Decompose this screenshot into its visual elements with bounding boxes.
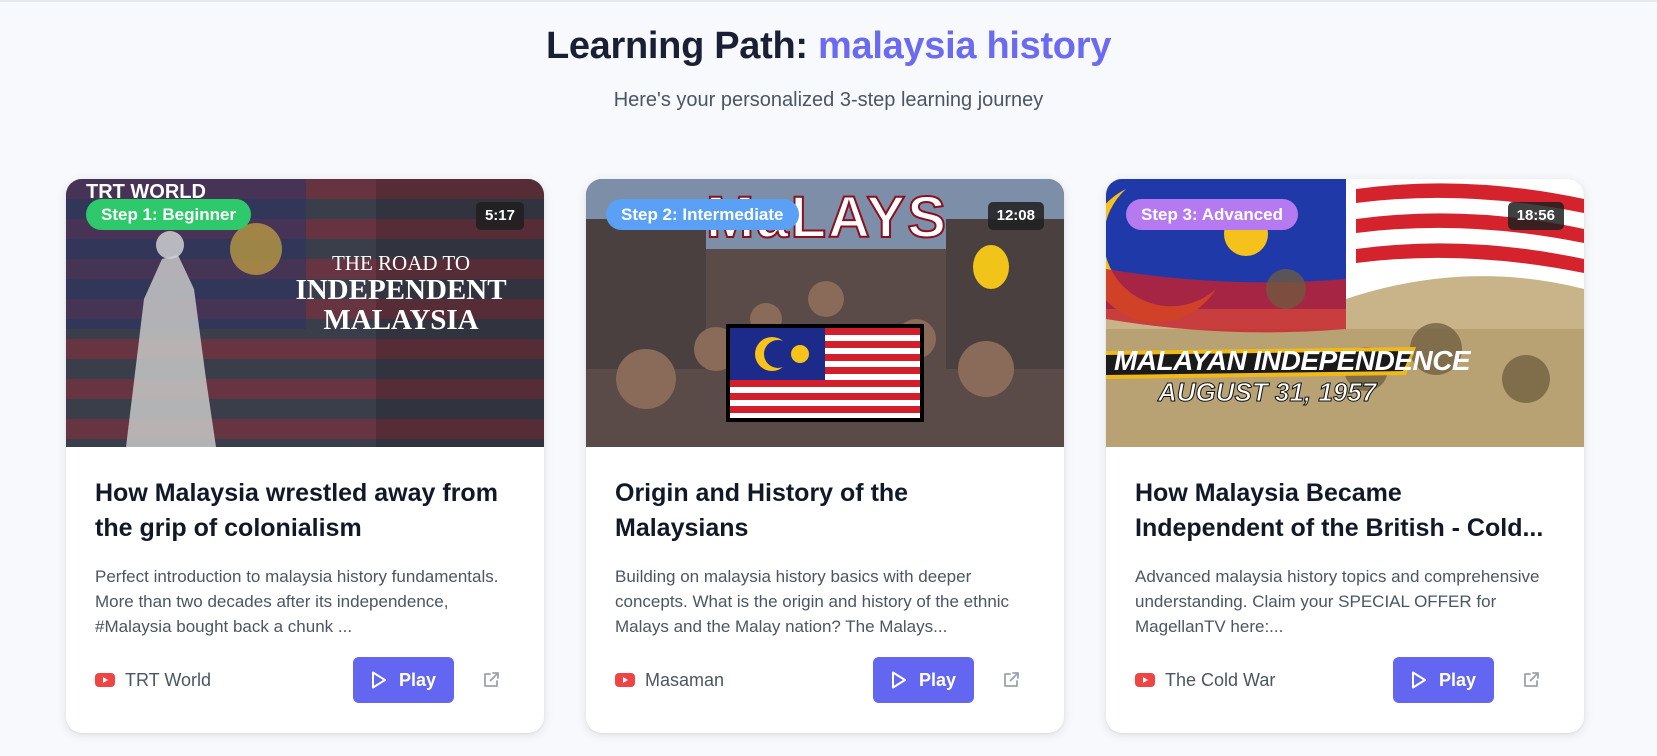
channel-name: Masaman bbox=[645, 669, 725, 690]
video-description: Building on malaysia history basics with… bbox=[615, 567, 1010, 636]
thumbnail-caption-line2: INDEPENDENT bbox=[295, 274, 507, 306]
top-divider bbox=[0, 0, 1657, 2]
thumbnail-caption-line2: AUGUST 31, 1957 bbox=[1157, 377, 1377, 408]
duration-badge: 5:17 bbox=[475, 202, 524, 230]
step-badge: Step 3: Advanced bbox=[1126, 199, 1299, 230]
page-title: Learning Path: malaysia history bbox=[0, 22, 1657, 70]
video-title[interactable]: Origin and History of the Malaysians bbox=[615, 476, 1035, 546]
external-link-icon[interactable] bbox=[481, 670, 501, 690]
step-badge: Step 1: Beginner bbox=[86, 199, 252, 230]
card-footer: Masaman Play bbox=[615, 657, 1039, 703]
title-prefix: Learning Path: bbox=[545, 25, 819, 67]
video-description: Advanced malaysia history topics and com… bbox=[1135, 567, 1540, 636]
card-body: How Malaysia wrestled away from the grip… bbox=[95, 476, 515, 639]
play-button-label: Play bbox=[398, 669, 437, 690]
page-header: Learning Path: malaysia history Here's y… bbox=[0, 22, 1657, 114]
card-footer: TRT World Play bbox=[95, 657, 519, 703]
channel-name: TRT World bbox=[125, 669, 212, 690]
card-body: Origin and History of the Malaysians Bui… bbox=[615, 476, 1035, 639]
play-icon bbox=[1411, 671, 1426, 689]
video-description: Perfect introduction to malaysia history… bbox=[95, 567, 499, 636]
video-card-step-1[interactable]: . TRT WORLD THE ROAD TO INDEPENDENT MALA… bbox=[66, 179, 544, 733]
youtube-icon bbox=[615, 673, 635, 687]
youtube-icon bbox=[95, 673, 115, 687]
youtube-icon bbox=[1135, 673, 1155, 687]
play-button-label: Play bbox=[918, 669, 957, 690]
external-link-icon[interactable] bbox=[1521, 670, 1541, 690]
video-title[interactable]: How Malaysia wrestled away from the grip… bbox=[95, 476, 515, 546]
learning-path-cards: . TRT WORLD THE ROAD TO INDEPENDENT MALA… bbox=[66, 179, 1586, 733]
duration-badge: 12:08 bbox=[987, 202, 1044, 230]
channel-info: The Cold War bbox=[1135, 669, 1275, 691]
play-button[interactable]: Play bbox=[353, 657, 454, 703]
thumbnail-caption-line3: MALAYSIA bbox=[323, 304, 479, 336]
channel-info: TRT World bbox=[95, 669, 211, 691]
video-thumbnail[interactable]: MaLAYS Step 2: Intermediate 12:08 bbox=[586, 179, 1064, 447]
thumbnail-caption: THE ROAD TO INDEPENDENT MALAYSIA bbox=[256, 251, 544, 335]
video-title[interactable]: How Malaysia Became Independent of the B… bbox=[1135, 476, 1555, 546]
card-body: How Malaysia Became Independent of the B… bbox=[1135, 476, 1555, 639]
title-topic: malaysia history bbox=[818, 25, 1112, 67]
video-card-step-3[interactable]: MALAYAN INDEPENDENCE AUGUST 31, 1957 Ste… bbox=[1106, 179, 1584, 733]
thumbnail-caption-line1: MALAYAN INDEPENDENCE bbox=[1114, 345, 1471, 376]
external-link-icon[interactable] bbox=[1001, 670, 1021, 690]
card-footer: The Cold War Play bbox=[1135, 657, 1559, 703]
play-icon bbox=[371, 671, 386, 689]
play-button[interactable]: Play bbox=[873, 657, 974, 703]
video-card-step-2[interactable]: MaLAYS Step 2: Intermediate 12:08 Origin… bbox=[586, 179, 1064, 733]
step-badge: Step 2: Intermediate bbox=[606, 199, 799, 230]
play-icon bbox=[891, 671, 906, 689]
play-button[interactable]: Play bbox=[1393, 657, 1494, 703]
thumbnail-caption-line1: THE ROAD TO bbox=[331, 251, 471, 275]
page-subtitle: Here's your personalized 3-step learning… bbox=[613, 89, 1044, 111]
duration-badge: 18:56 bbox=[1507, 202, 1564, 230]
video-thumbnail[interactable]: . TRT WORLD THE ROAD TO INDEPENDENT MALA… bbox=[66, 179, 544, 447]
play-button-label: Play bbox=[1438, 669, 1477, 690]
video-thumbnail[interactable]: MALAYAN INDEPENDENCE AUGUST 31, 1957 Ste… bbox=[1106, 179, 1584, 447]
channel-info: Masaman bbox=[615, 669, 724, 691]
channel-name: The Cold War bbox=[1165, 669, 1276, 690]
